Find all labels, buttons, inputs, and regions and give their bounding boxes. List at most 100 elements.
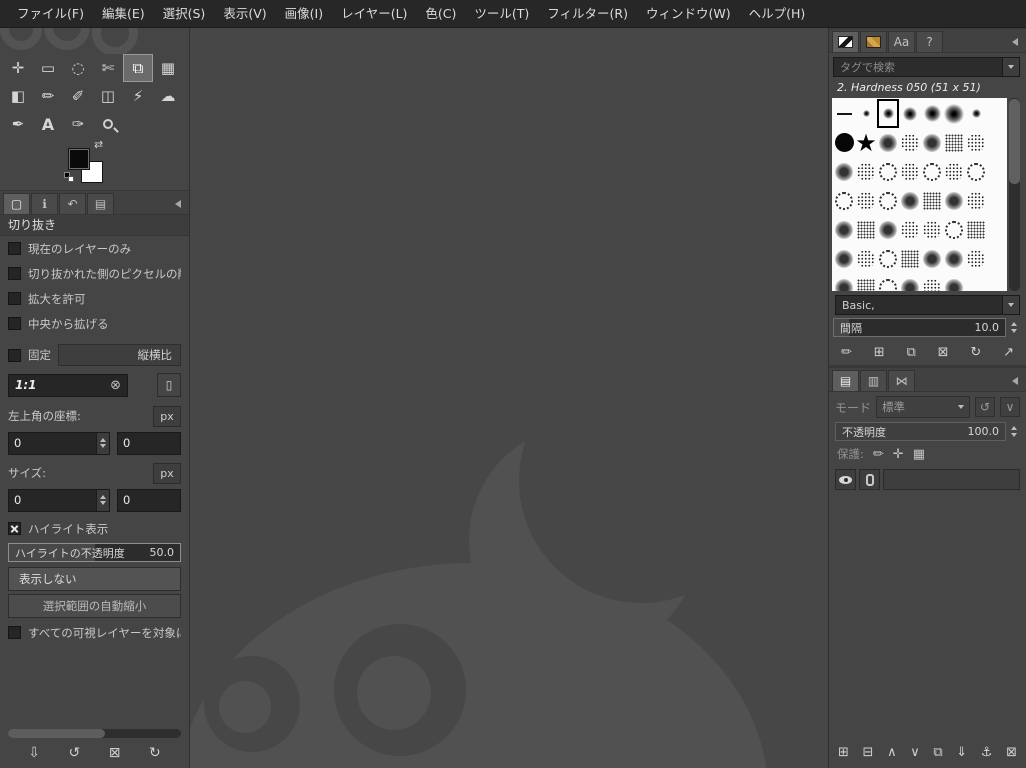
delete-brush-button[interactable]: ⊠ [938,345,949,360]
highlight-opacity-slider[interactable]: ハイライトの不透明度 50.0 [8,543,181,562]
brush-thumbnail[interactable] [855,215,877,244]
menu-file[interactable]: ファイル(F) [8,0,93,28]
clear-icon[interactable]: ⊗ [110,378,121,393]
brush-tag-search[interactable]: タグで検索 [833,57,1020,77]
smudge-tool-button[interactable]: ☁ [153,82,183,110]
dock-menu-button[interactable] [170,196,186,212]
pencil-tool-button[interactable]: ✏ [33,82,63,110]
checkbox[interactable] [8,292,21,305]
tab-brushes[interactable] [832,31,859,52]
brush-grid-scrollbar[interactable] [1009,98,1020,291]
brush-thumbnail[interactable] [833,273,855,291]
eraser-tool-button[interactable]: ◫ [93,82,123,110]
menu-layer[interactable]: レイヤー(L) [332,0,416,28]
option-current-layer-only[interactable]: 現在のレイヤーのみ [0,236,189,261]
brush-thumbnail[interactable] [833,128,855,157]
brush-thumbnail[interactable] [855,99,877,128]
tab-device-status[interactable]: ℹ [31,193,58,214]
refresh-brushes-button[interactable]: ↻ [970,345,981,360]
text-tool-button[interactable]: A [33,110,63,138]
brush-preset-combo[interactable]: Basic, [835,295,1020,315]
new-layer-button[interactable]: ⊞ [838,745,849,760]
lock-pixels-button[interactable]: ✏ [873,447,884,462]
reset-tool-options-button[interactable]: ↻ [149,745,161,761]
menu-tools[interactable]: ツール(T) [465,0,538,28]
brush-thumbnail[interactable] [965,128,987,157]
lock-position-button[interactable]: ✛ [893,447,904,462]
tool-options-scrollbar[interactable] [8,729,181,738]
shrink-merged-checkbox[interactable] [8,626,21,639]
option-expand-from-center[interactable]: 中央から拡げる [0,311,189,336]
brush-thumbnail[interactable] [833,99,855,128]
duplicate-layer-button[interactable]: ⧉ [933,745,942,760]
brush-thumbnail[interactable] [921,215,943,244]
menu-windows[interactable]: ウィンドウ(W) [637,0,740,28]
tab-layers[interactable]: ▤ [832,370,859,391]
foreground-color-swatch[interactable] [68,148,90,170]
bucket-fill-tool-button[interactable]: ◧ [3,82,33,110]
raise-layer-button[interactable]: ∧ [887,745,897,760]
brush-thumbnail[interactable] [855,186,877,215]
menu-edit[interactable]: 編集(E) [93,0,154,28]
brush-thumbnail[interactable] [877,215,899,244]
brush-thumbnail[interactable] [833,215,855,244]
swap-colors-icon[interactable]: ⇄ [94,138,103,151]
layer-list-empty-area[interactable] [829,490,1026,738]
airbrush-tool-button[interactable]: ⚡ [123,82,153,110]
guides-dropdown[interactable]: 表示しない [8,567,181,591]
spinner-arrows[interactable] [96,489,109,511]
brush-thumbnail[interactable] [943,157,965,186]
menu-select[interactable]: 選択(S) [154,0,215,28]
brush-thumbnail[interactable] [943,99,965,128]
paintbrush-tool-button[interactable]: ✐ [63,82,93,110]
crop-tool-button[interactable]: ⧉ [123,54,153,82]
brush-thumbnail[interactable] [943,215,965,244]
brush-thumbnail[interactable] [965,186,987,215]
menu-image[interactable]: 画像(I) [276,0,332,28]
free-select-tool-button[interactable]: ◌ [63,54,93,82]
delete-layer-button[interactable]: ⊠ [1006,745,1017,760]
checkbox[interactable] [8,317,21,330]
portrait-orientation-button[interactable]: ▯ [157,373,181,397]
combo-arrow-button[interactable] [1002,296,1019,314]
option-delete-cropped-pixels[interactable]: 切り抜かれた側のピクセルの削 [0,261,189,286]
new-brush-button[interactable]: ⊞ [874,345,885,360]
tab-paths[interactable]: ⋈ [888,370,915,391]
zoom-tool-button[interactable] [93,110,123,138]
brush-thumbnail[interactable] [877,157,899,186]
tab-help[interactable]: ? [916,31,943,52]
wilber-drag-handle[interactable] [0,28,189,54]
checkbox[interactable] [8,267,21,280]
menu-filters[interactable]: フィルター(R) [538,0,637,28]
combo-arrow-button[interactable] [1002,58,1019,76]
brush-thumbnail[interactable] [833,186,855,215]
tab-tool-options[interactable]: ▢ [3,193,30,214]
size-width-spinner[interactable]: 0 [8,488,110,512]
brush-thumbnail[interactable] [965,99,987,128]
brush-thumbnail[interactable] [833,244,855,273]
checkbox[interactable] [8,242,21,255]
brush-thumbnail[interactable] [855,273,877,291]
menu-view[interactable]: 表示(V) [214,0,275,28]
paths-tool-button[interactable]: ✒ [3,110,33,138]
default-colors-button[interactable] [64,172,74,182]
tab-images[interactable]: ▤ [87,193,114,214]
brush-thumbnail[interactable] [855,244,877,273]
brush-thumbnail[interactable] [833,157,855,186]
brush-thumbnail[interactable] [877,244,899,273]
brush-thumbnail[interactable] [921,186,943,215]
lock-alpha-button[interactable]: ▦ [913,447,925,462]
highlight-checkbox[interactable] [8,522,21,535]
mode-switch-button[interactable]: ↺ [975,397,995,417]
layer-list-row[interactable] [829,465,1026,490]
fixed-checkbox[interactable] [8,348,21,362]
canvas-area[interactable] [190,28,828,768]
brush-thumbnail[interactable] [877,273,899,291]
brush-thumbnail[interactable] [943,128,965,157]
option-allow-growing[interactable]: 拡大を許可 [0,286,189,311]
tab-patterns[interactable] [860,31,887,52]
brush-thumbnail[interactable] [943,273,965,291]
option-shrink-merged[interactable]: すべての可視レイヤーを対象に [0,620,189,645]
brush-thumbnail[interactable] [899,157,921,186]
brush-thumbnail[interactable] [921,273,943,291]
